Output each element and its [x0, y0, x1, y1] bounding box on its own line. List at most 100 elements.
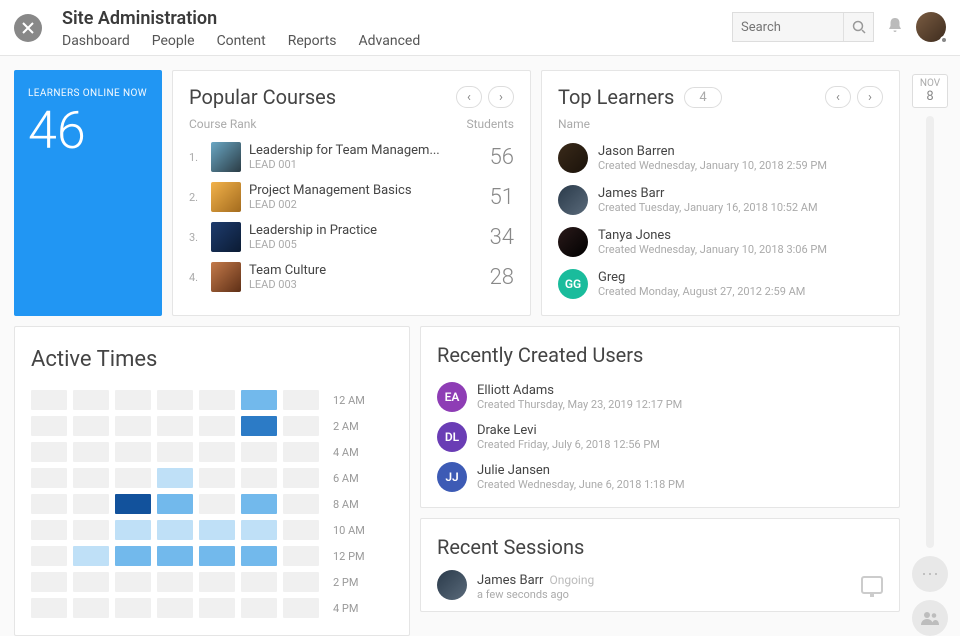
learners-online-label: LEARNERS ONLINE NOW [28, 88, 148, 99]
popular-prev-button[interactable]: ‹ [456, 86, 482, 108]
course-name: Team Culture [249, 263, 476, 278]
heatmap-cell [115, 468, 151, 488]
course-rank: 1. [189, 151, 203, 164]
bell-icon [886, 16, 904, 34]
rail-more-button[interactable]: ⋯ [912, 556, 948, 592]
tab-people[interactable]: People [152, 33, 195, 55]
learner-row[interactable]: GG Greg Created Monday, August 27, 2012 … [558, 263, 883, 305]
heatmap-row: 6 AM [31, 468, 393, 488]
learner-row[interactable]: Tanya Jones Created Wednesday, January 1… [558, 221, 883, 263]
heatmap-cell [31, 468, 67, 488]
chevron-right-icon: › [868, 90, 872, 105]
heatmap-cell [73, 416, 109, 436]
search-input[interactable] [733, 13, 843, 41]
heatmap-cell [283, 468, 319, 488]
heatmap-row-label: 2 PM [333, 576, 358, 589]
heatmap-cell [241, 520, 277, 540]
heatmap-cell [241, 390, 277, 410]
tab-content[interactable]: Content [217, 33, 266, 55]
learner-meta: Created Tuesday, January 16, 2018 10:52 … [598, 201, 818, 214]
learner-meta: Created Wednesday, January 10, 2018 2:59… [598, 159, 827, 172]
chevron-left-icon: ‹ [836, 90, 840, 105]
heatmap-cell [241, 416, 277, 436]
heatmap-cell [115, 546, 151, 566]
heatmap-cell [31, 520, 67, 540]
user-name: Julie Jansen [477, 463, 685, 478]
heatmap-cell [157, 390, 193, 410]
heatmap-cell [241, 468, 277, 488]
user-row[interactable]: JJ Julie Jansen Created Wednesday, June … [437, 457, 883, 497]
toplearners-prev-button[interactable]: ‹ [825, 86, 851, 108]
heatmap-row-label: 6 AM [333, 472, 359, 485]
session-avatar-icon [437, 570, 467, 600]
heatmap-cell [115, 416, 151, 436]
course-row[interactable]: 1. Leadership for Team Managem... LEAD 0… [189, 137, 514, 177]
learner-meta: Created Monday, August 27, 2012 2:59 AM [598, 285, 805, 298]
close-icon [22, 22, 34, 34]
learner-row[interactable]: James Barr Created Tuesday, January 16, … [558, 179, 883, 221]
tab-advanced[interactable]: Advanced [359, 33, 421, 55]
toplearners-next-button[interactable]: › [857, 86, 883, 108]
course-students: 28 [484, 265, 514, 290]
user-row[interactable]: DL Drake Levi Created Friday, July 6, 20… [437, 417, 883, 457]
learner-row[interactable]: Jason Barren Created Wednesday, January … [558, 137, 883, 179]
course-code: LEAD 003 [249, 278, 476, 291]
learner-meta: Created Wednesday, January 10, 2018 3:06… [598, 243, 827, 256]
popular-next-button[interactable]: › [488, 86, 514, 108]
heatmap-cell [73, 572, 109, 592]
user-meta: Created Friday, July 6, 2018 12:56 PM [477, 438, 660, 451]
heatmap-cell [31, 598, 67, 618]
heatmap-cell [283, 546, 319, 566]
profile-avatar[interactable] [916, 12, 946, 42]
heatmap-row: 8 AM [31, 494, 393, 514]
heatmap-cell [73, 468, 109, 488]
session-row[interactable]: James BarrOngoing a few seconds ago [437, 569, 883, 601]
course-row[interactable]: 2. Project Management Basics LEAD 002 51 [189, 177, 514, 217]
heatmap-cell [283, 442, 319, 462]
course-thumb-icon [211, 182, 241, 212]
heatmap-cell [157, 442, 193, 462]
active-times-card: Active Times 12 AM2 AM4 AM6 AM8 AM10 AM1… [14, 326, 410, 636]
heatmap-row: 2 AM [31, 416, 393, 436]
session-meta: a few seconds ago [477, 588, 594, 601]
heatmap-row-label: 12 PM [333, 550, 365, 563]
heatmap-cell [157, 546, 193, 566]
close-button[interactable] [14, 14, 42, 42]
top-bar: Site Administration Dashboard People Con… [0, 0, 960, 56]
course-thumb-icon [211, 142, 241, 172]
heatmap-cell [157, 598, 193, 618]
course-row[interactable]: 4. Team Culture LEAD 003 28 [189, 257, 514, 297]
rail-scrollbar[interactable] [926, 116, 934, 548]
date-month: NOV [913, 78, 947, 89]
heatmap-cell [199, 442, 235, 462]
course-thumb-icon [211, 262, 241, 292]
device-icon [861, 576, 883, 594]
learners-online-card: LEARNERS ONLINE NOW 46 [14, 70, 162, 316]
course-name: Leadership for Team Managem... [249, 143, 476, 158]
search-icon [852, 20, 866, 34]
heatmap-row: 4 AM [31, 442, 393, 462]
heatmap-cell [199, 598, 235, 618]
popular-courses-title: Popular Courses [189, 85, 336, 109]
rail-people-button[interactable] [912, 600, 948, 636]
heatmap-row-label: 12 AM [333, 394, 365, 407]
course-row[interactable]: 3. Leadership in Practice LEAD 005 34 [189, 217, 514, 257]
heatmap-row-label: 4 AM [333, 446, 359, 459]
tab-dashboard[interactable]: Dashboard [62, 33, 130, 55]
heatmap-cell [115, 572, 151, 592]
top-learners-count: 4 [684, 87, 721, 108]
heatmap-row: 12 AM [31, 390, 393, 410]
heatmap-cell [115, 390, 151, 410]
heatmap-cell [283, 390, 319, 410]
tab-reports[interactable]: Reports [288, 33, 337, 55]
search-button[interactable] [843, 13, 873, 41]
course-students: 34 [484, 225, 514, 250]
recent-users-title: Recently Created Users [437, 343, 883, 367]
search-box [732, 12, 874, 42]
heatmap-row-label: 10 AM [333, 524, 365, 537]
date-pill[interactable]: NOV 8 [912, 74, 948, 108]
heatmap-row-label: 8 AM [333, 498, 359, 511]
notifications-button[interactable] [886, 16, 904, 39]
date-day: 8 [913, 89, 947, 104]
user-row[interactable]: EA Elliott Adams Created Thursday, May 2… [437, 377, 883, 417]
